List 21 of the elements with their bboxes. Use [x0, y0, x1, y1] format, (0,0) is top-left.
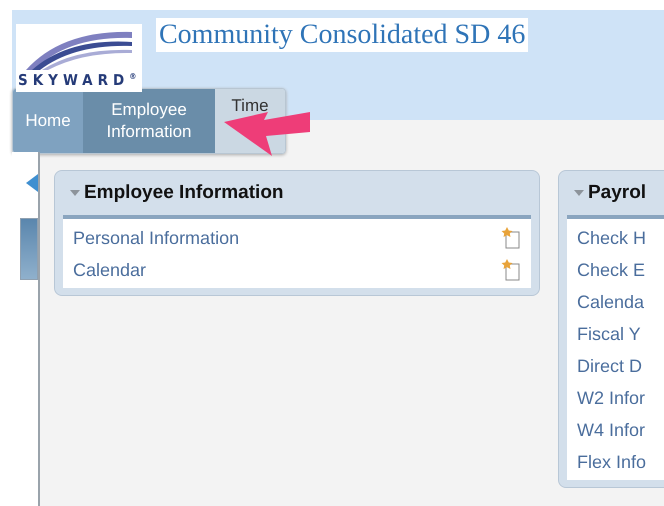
nav-tab[interactable]: Home: [13, 89, 83, 153]
menu-link[interactable]: Flex Info: [577, 452, 646, 472]
document-star-icon[interactable]: [501, 259, 521, 281]
document-star-icon[interactable]: [501, 227, 521, 249]
menu-link[interactable]: Direct D: [577, 356, 642, 376]
menu-link[interactable]: W4 Infor: [577, 420, 646, 440]
menu-link[interactable]: Personal Information: [73, 228, 240, 248]
menu-link[interactable]: Check E: [577, 260, 646, 280]
card-title: Employee Information: [84, 182, 284, 204]
collapse-left-icon[interactable]: [26, 174, 38, 192]
menu-link[interactable]: Fiscal Y: [577, 324, 641, 344]
district-title: Community Consolidated SD 46: [156, 18, 528, 52]
nav-tab[interactable]: Employee Information: [83, 89, 215, 153]
logo-text: SKYWARD$^{®}$: [17, 71, 138, 91]
menu-link[interactable]: W2 Infor: [577, 388, 646, 408]
card-title: Payrol: [588, 182, 646, 204]
menu-link[interactable]: Check H: [577, 228, 646, 248]
collapse-triangle-icon[interactable]: [69, 189, 81, 197]
menu-link[interactable]: Calendar: [73, 260, 146, 280]
collapse-triangle-icon[interactable]: [573, 189, 585, 197]
menu-link[interactable]: Calenda: [577, 292, 644, 312]
